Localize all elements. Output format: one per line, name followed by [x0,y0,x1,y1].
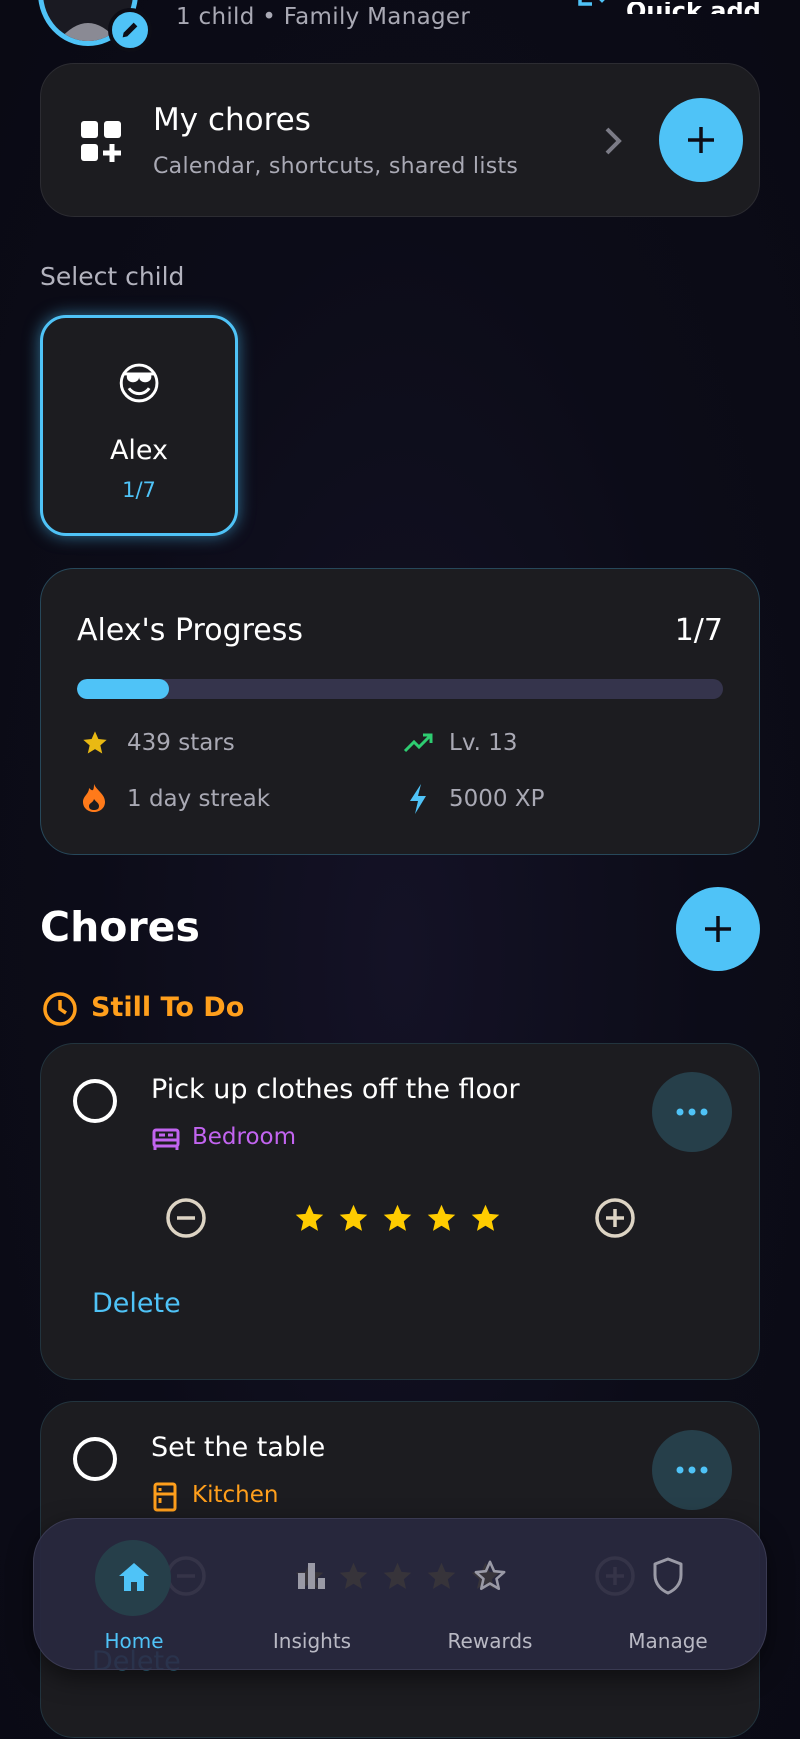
lightning-icon [410,784,426,814]
star-icon [471,1204,500,1231]
delete-button[interactable]: Delete [92,1288,181,1319]
checklist-icon [578,0,605,6]
more-options-button[interactable] [652,1430,732,1510]
star-icon [339,1204,368,1231]
trending-up-icon [403,733,433,753]
nav-manage[interactable]: Manage [579,1519,757,1671]
chore-card: Pick up clothes off the floor Bedroom De… [40,1043,760,1380]
progress-count: 1/7 [674,613,723,648]
add-chore-fab[interactable] [659,98,743,182]
progress-bar-track [77,679,723,699]
stars-stat: 439 stars [127,730,235,756]
my-chores-subtitle: Calendar, shortcuts, shared lists [153,154,519,179]
home-icon [119,1563,149,1591]
nav-manage-label: Manage [628,1629,708,1653]
bed-icon [152,1128,180,1150]
more-horizontal-icon [676,1108,708,1116]
star-icon [295,1204,324,1231]
bottom-nav: Home Insights Rewards Manage [33,1518,767,1670]
plus-icon [688,127,714,153]
streak-stat: 1 day streak [127,786,271,812]
nav-insights[interactable]: Insights [223,1519,401,1671]
chore-title: Pick up clothes off the floor [151,1074,520,1105]
star-rating [293,1202,502,1235]
nav-insights-label: Insights [272,1629,352,1653]
bar-chart-icon [298,1563,325,1589]
progress-bar-fill [77,679,170,699]
grid-add-icon [81,121,121,162]
chores-title: Chores [40,903,200,951]
progress-title: Alex's Progress [77,613,303,648]
star-icon [83,731,107,754]
more-horizontal-icon [676,1466,708,1474]
plus-icon [705,916,731,942]
pencil-icon [122,22,138,38]
my-chores-title: My chores [153,102,311,138]
child-progress: 1/7 [122,478,156,502]
progress-card: Alex's Progress 1/7 439 stars Lv. 13 1 d… [40,568,760,855]
edit-avatar-button[interactable] [108,8,152,52]
quick-add-label: Quick add [626,2,761,14]
nav-rewards[interactable]: Rewards [401,1519,579,1671]
add-chore-button[interactable] [676,887,760,971]
star-icon [383,1204,412,1231]
flame-icon [83,784,105,812]
child-avatar-emoji: 😎 [116,359,162,410]
level-stat: Lv. 13 [449,730,518,756]
more-options-button[interactable] [652,1072,732,1152]
nav-rewards-label: Rewards [447,1629,533,1653]
chore-room: Bedroom [192,1124,297,1150]
child-card-alex[interactable]: 😎 Alex 1/7 [40,315,238,536]
decrease-stars-button[interactable] [165,1197,207,1239]
complete-checkbox[interactable] [73,1079,117,1123]
star-icon [427,1204,456,1231]
chore-title: Set the table [151,1432,326,1463]
complete-checkbox[interactable] [73,1437,117,1481]
nav-home-label: Home [104,1629,164,1653]
header-subtitle: 1 child • Family Manager [176,4,471,30]
quick-add-button[interactable]: Quick add [578,0,761,14]
kitchen-icon [153,1482,177,1512]
increase-stars-button[interactable] [594,1197,636,1239]
chevron-right-icon [605,127,622,155]
clock-icon [43,992,77,1026]
shield-icon [653,1557,683,1595]
star-outline-icon [474,1560,506,1591]
child-name: Alex [109,435,169,466]
chore-room: Kitchen [192,1482,279,1508]
section-label-still-to-do: Still To Do [91,992,245,1023]
xp-stat: 5000 XP [449,786,545,812]
my-chores-card[interactable]: My chores Calendar, shortcuts, shared li… [40,63,760,217]
nav-home[interactable]: Home [45,1519,223,1671]
select-child-label: Select child [40,262,185,291]
